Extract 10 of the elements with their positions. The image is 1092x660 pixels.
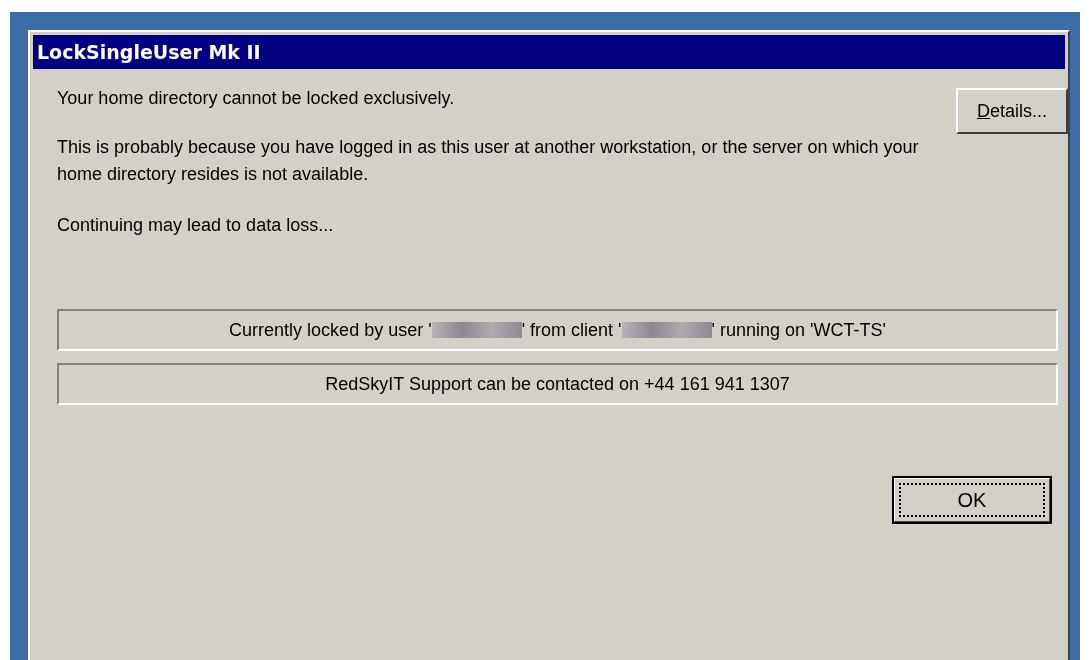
status-text: ' running on 'WCT-TS' <box>711 319 886 341</box>
message-text: Continuing may lead to data loss... <box>57 214 335 237</box>
ok-button[interactable]: OK <box>893 477 1051 523</box>
status-text: Currently locked by user ' <box>229 319 432 341</box>
message-text: Your home directory cannot be locked exclusively. <box>57 87 456 110</box>
window-title: LockSingleUser Mk II <box>37 41 261 63</box>
message-text: This is probably because you have logged in as this user at another workstation, or the server on which your home directory resides is not available. <box>57 136 920 186</box>
status-text: RedSkyIT Support can be contacted on +44 161 941 1307 <box>325 373 790 395</box>
status-text: ' from client ' <box>521 319 622 341</box>
details-button[interactable]: Details... <box>956 88 1068 134</box>
